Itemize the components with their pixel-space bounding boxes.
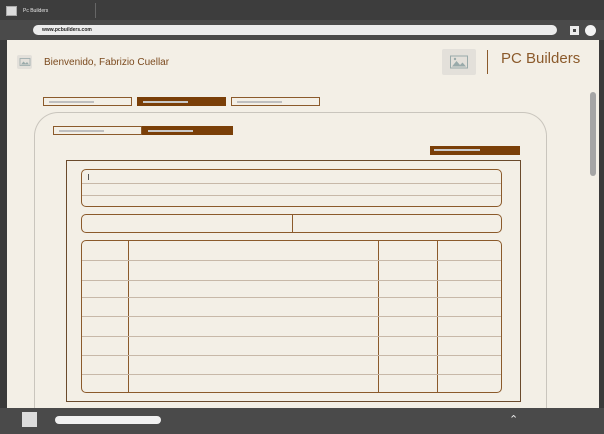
brand-name: PC Builders	[501, 50, 581, 67]
image-placeholder-icon	[17, 55, 32, 69]
bottom-bar: ⌃	[0, 408, 604, 434]
welcome-text: Bienvenido, Fabrizio Cuellar	[44, 57, 170, 68]
image-placeholder-icon	[6, 5, 17, 16]
nav-button-1[interactable]	[43, 97, 132, 106]
window-icon[interactable]	[570, 26, 579, 35]
image-placeholder-icon	[442, 49, 476, 75]
description-textarea[interactable]	[81, 169, 502, 207]
action-button[interactable]	[430, 146, 520, 155]
field-left[interactable]	[82, 215, 292, 232]
subtab-1[interactable]	[53, 126, 142, 135]
browser-tab[interactable]: Pc Builders	[6, 3, 96, 18]
url-field[interactable]: www.pcbuilders.com	[33, 25, 557, 35]
subtab-2[interactable]	[142, 126, 233, 135]
data-table	[81, 240, 502, 393]
square-icon[interactable]	[22, 412, 37, 427]
field-row	[81, 214, 502, 233]
nav-button-3[interactable]	[231, 97, 320, 106]
circle-avatar-icon[interactable]	[585, 25, 596, 36]
vertical-scrollbar[interactable]	[590, 92, 596, 176]
brand-divider	[487, 50, 488, 74]
text-caret	[88, 174, 89, 180]
chevron-up-icon[interactable]: ⌃	[509, 413, 518, 426]
field-right[interactable]	[293, 215, 502, 232]
nav-button-2[interactable]	[137, 97, 226, 106]
tab-title: Pc Builders	[23, 7, 49, 14]
page-content: Bienvenido, Fabrizio Cuellar PC Builders	[7, 40, 599, 408]
horizontal-scrollbar[interactable]	[55, 416, 161, 424]
browser-toolbar: www.pcbuilders.com	[0, 20, 604, 40]
browser-tab-bar: Pc Builders	[0, 0, 604, 20]
